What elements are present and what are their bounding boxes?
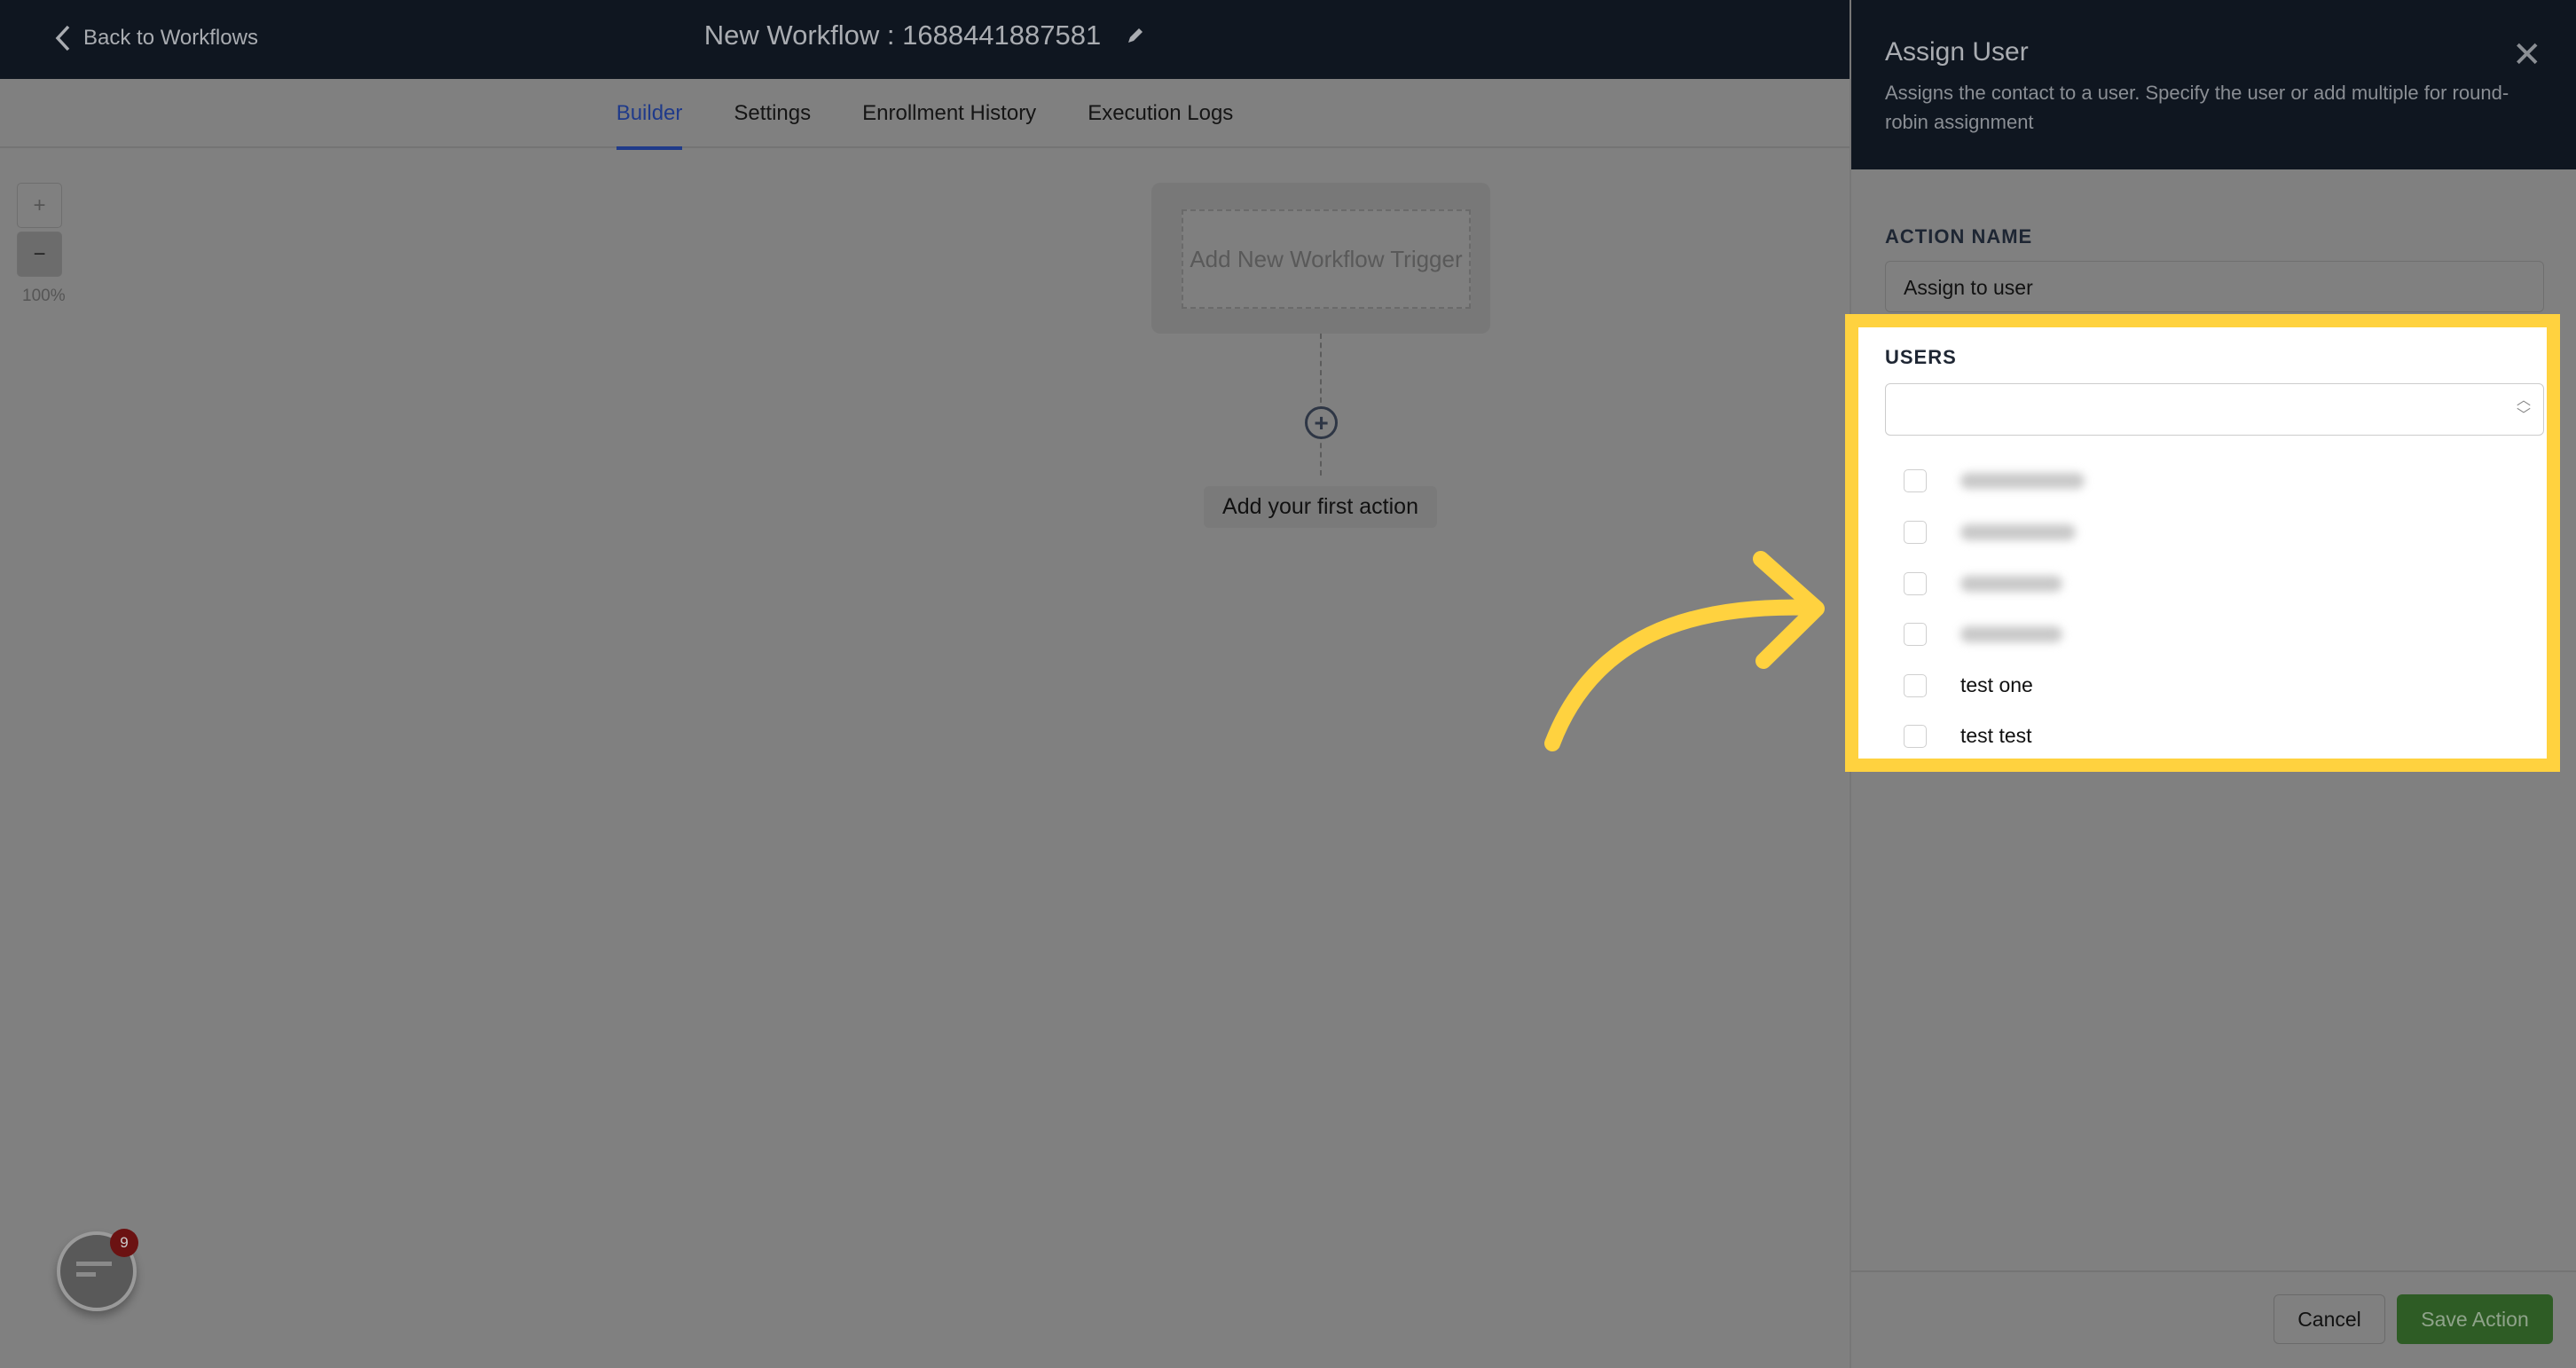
tab-settings[interactable]: Settings: [734, 79, 811, 148]
zoom-out-button[interactable]: −: [17, 232, 62, 277]
zoom-in-button[interactable]: +: [17, 183, 62, 228]
pencil-icon[interactable]: [1126, 26, 1145, 45]
checkbox[interactable]: [1904, 571, 1927, 595]
tab-enrollment-history[interactable]: Enrollment History: [862, 79, 1036, 148]
yellow-arrow-annotation: [1544, 551, 1825, 751]
add-trigger-label: Add New Workflow Trigger: [1182, 209, 1471, 309]
chat-notification-badge: 9: [110, 1229, 138, 1257]
users-label: USERS: [1885, 346, 1957, 368]
blurred-user-name: [1960, 575, 2062, 592]
checkbox[interactable]: [1904, 622, 1927, 646]
panel-title: Assign User: [1885, 37, 2029, 67]
close-icon[interactable]: ✕: [2512, 37, 2542, 73]
add-trigger-card[interactable]: Add New Workflow Trigger: [1151, 183, 1490, 334]
blurred-user-name: [1960, 523, 2076, 540]
checkbox[interactable]: [1904, 673, 1927, 697]
chevron-up-down-icon: ︿ ﹀: [2516, 393, 2531, 423]
workflow-title-text: New Workflow : 1688441887581: [703, 20, 1102, 51]
user-option-label: test test: [1960, 724, 2032, 747]
user-option[interactable]: [1885, 455, 2544, 506]
connector-line: [1320, 334, 1322, 476]
blurred-user-name: [1960, 472, 2085, 489]
user-option[interactable]: [1885, 507, 2544, 557]
user-option[interactable]: [1885, 609, 2544, 659]
tab-builder[interactable]: Builder: [616, 79, 682, 150]
user-option-test-test[interactable]: test test: [1885, 711, 2544, 761]
checkbox[interactable]: [1904, 520, 1927, 544]
add-action-plus-icon[interactable]: +: [1305, 406, 1338, 439]
users-select[interactable]: ︿ ﹀: [1885, 383, 2544, 436]
blurred-user-name: [1960, 625, 2062, 642]
action-name-input[interactable]: Assign to user: [1885, 261, 2544, 312]
save-action-button[interactable]: Save Action: [2397, 1294, 2553, 1344]
checkbox[interactable]: [1904, 724, 1927, 748]
checkbox[interactable]: [1904, 468, 1927, 492]
panel-description: Assigns the contact to a user. Specify t…: [1885, 82, 2509, 133]
footer-divider: [1851, 1270, 2576, 1272]
zoom-level: 100%: [22, 287, 66, 305]
user-option-label: test one: [1960, 673, 2033, 696]
workflow-title: New Workflow : 1688441887581: [0, 20, 1850, 51]
assign-user-panel: Assign User Assigns the contact to a use…: [1845, 0, 2576, 1368]
user-option-test-one[interactable]: test one: [1885, 660, 2544, 711]
tab-bar: Builder Settings Enrollment History Exec…: [0, 79, 1850, 150]
cancel-button[interactable]: Cancel: [2274, 1294, 2385, 1344]
tab-execution-logs[interactable]: Execution Logs: [1088, 79, 1233, 148]
add-first-action-label[interactable]: Add your first action: [1204, 486, 1437, 528]
user-option[interactable]: [1885, 558, 2544, 609]
action-name-label: ACTION NAME: [1885, 225, 2033, 248]
